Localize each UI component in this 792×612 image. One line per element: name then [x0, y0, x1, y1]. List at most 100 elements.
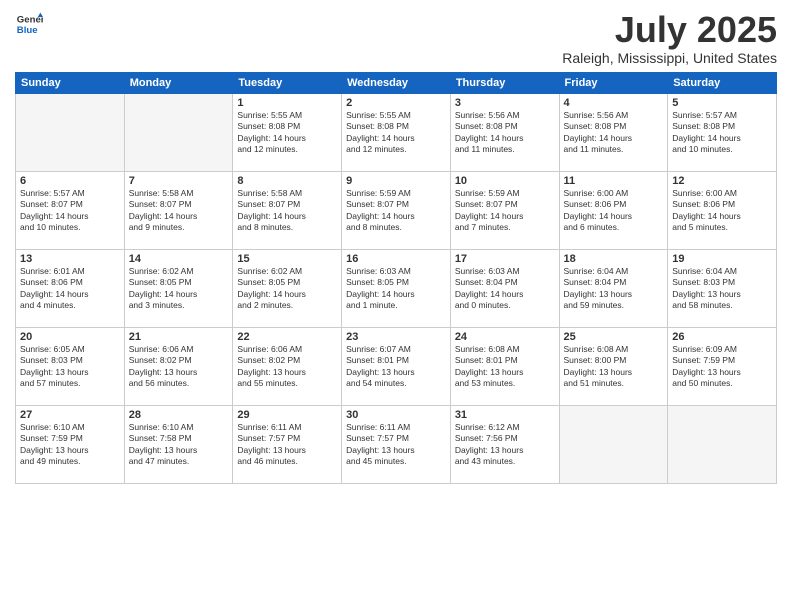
- day-number: 10: [455, 175, 555, 187]
- day-number: 29: [237, 409, 337, 421]
- day-info: Sunrise: 6:10 AM Sunset: 7:58 PM Dayligh…: [129, 422, 229, 468]
- day-number: 27: [20, 409, 120, 421]
- day-info: Sunrise: 6:06 AM Sunset: 8:02 PM Dayligh…: [237, 344, 337, 390]
- day-info: Sunrise: 5:57 AM Sunset: 8:08 PM Dayligh…: [672, 110, 772, 156]
- calendar-cell: 24Sunrise: 6:08 AM Sunset: 8:01 PM Dayli…: [450, 327, 559, 405]
- logo-icon: General Blue: [15, 10, 43, 38]
- header-row: Sunday Monday Tuesday Wednesday Thursday…: [16, 72, 777, 93]
- day-info: Sunrise: 6:11 AM Sunset: 7:57 PM Dayligh…: [237, 422, 337, 468]
- col-wednesday: Wednesday: [342, 72, 451, 93]
- day-info: Sunrise: 6:03 AM Sunset: 8:05 PM Dayligh…: [346, 266, 446, 312]
- calendar-week-0: 1Sunrise: 5:55 AM Sunset: 8:08 PM Daylig…: [16, 93, 777, 171]
- calendar-cell: 13Sunrise: 6:01 AM Sunset: 8:06 PM Dayli…: [16, 249, 125, 327]
- calendar-cell: 1Sunrise: 5:55 AM Sunset: 8:08 PM Daylig…: [233, 93, 342, 171]
- day-info: Sunrise: 6:11 AM Sunset: 7:57 PM Dayligh…: [346, 422, 446, 468]
- calendar-cell: 4Sunrise: 5:56 AM Sunset: 8:08 PM Daylig…: [559, 93, 668, 171]
- calendar-cell: 2Sunrise: 5:55 AM Sunset: 8:08 PM Daylig…: [342, 93, 451, 171]
- day-info: Sunrise: 5:56 AM Sunset: 8:08 PM Dayligh…: [564, 110, 664, 156]
- calendar-cell: 3Sunrise: 5:56 AM Sunset: 8:08 PM Daylig…: [450, 93, 559, 171]
- calendar-cell: 10Sunrise: 5:59 AM Sunset: 8:07 PM Dayli…: [450, 171, 559, 249]
- col-thursday: Thursday: [450, 72, 559, 93]
- day-number: 22: [237, 331, 337, 343]
- day-info: Sunrise: 6:05 AM Sunset: 8:03 PM Dayligh…: [20, 344, 120, 390]
- day-number: 21: [129, 331, 229, 343]
- day-number: 17: [455, 253, 555, 265]
- svg-text:Blue: Blue: [17, 25, 38, 36]
- day-number: 15: [237, 253, 337, 265]
- calendar-table: Sunday Monday Tuesday Wednesday Thursday…: [15, 72, 777, 484]
- calendar-cell: 22Sunrise: 6:06 AM Sunset: 8:02 PM Dayli…: [233, 327, 342, 405]
- day-info: Sunrise: 6:06 AM Sunset: 8:02 PM Dayligh…: [129, 344, 229, 390]
- day-number: 20: [20, 331, 120, 343]
- col-monday: Monday: [124, 72, 233, 93]
- calendar-week-3: 20Sunrise: 6:05 AM Sunset: 8:03 PM Dayli…: [16, 327, 777, 405]
- calendar-cell: 28Sunrise: 6:10 AM Sunset: 7:58 PM Dayli…: [124, 405, 233, 483]
- day-info: Sunrise: 6:12 AM Sunset: 7:56 PM Dayligh…: [455, 422, 555, 468]
- day-info: Sunrise: 6:00 AM Sunset: 8:06 PM Dayligh…: [672, 188, 772, 234]
- calendar-cell: 18Sunrise: 6:04 AM Sunset: 8:04 PM Dayli…: [559, 249, 668, 327]
- day-info: Sunrise: 6:08 AM Sunset: 8:01 PM Dayligh…: [455, 344, 555, 390]
- day-info: Sunrise: 5:55 AM Sunset: 8:08 PM Dayligh…: [237, 110, 337, 156]
- title-block: July 2025 Raleigh, Mississippi, United S…: [562, 10, 777, 66]
- calendar-cell: 15Sunrise: 6:02 AM Sunset: 8:05 PM Dayli…: [233, 249, 342, 327]
- day-number: 11: [564, 175, 664, 187]
- day-number: 6: [20, 175, 120, 187]
- day-number: 3: [455, 97, 555, 109]
- day-info: Sunrise: 5:58 AM Sunset: 8:07 PM Dayligh…: [129, 188, 229, 234]
- calendar-week-4: 27Sunrise: 6:10 AM Sunset: 7:59 PM Dayli…: [16, 405, 777, 483]
- calendar-cell: 23Sunrise: 6:07 AM Sunset: 8:01 PM Dayli…: [342, 327, 451, 405]
- col-saturday: Saturday: [668, 72, 777, 93]
- day-number: 16: [346, 253, 446, 265]
- calendar-cell: 9Sunrise: 5:59 AM Sunset: 8:07 PM Daylig…: [342, 171, 451, 249]
- calendar-body: 1Sunrise: 5:55 AM Sunset: 8:08 PM Daylig…: [16, 93, 777, 483]
- title-location: Raleigh, Mississippi, United States: [562, 50, 777, 66]
- day-info: Sunrise: 5:59 AM Sunset: 8:07 PM Dayligh…: [455, 188, 555, 234]
- day-number: 26: [672, 331, 772, 343]
- page: General Blue July 2025 Raleigh, Mississi…: [0, 0, 792, 612]
- day-number: 30: [346, 409, 446, 421]
- calendar-cell: 8Sunrise: 5:58 AM Sunset: 8:07 PM Daylig…: [233, 171, 342, 249]
- calendar-week-2: 13Sunrise: 6:01 AM Sunset: 8:06 PM Dayli…: [16, 249, 777, 327]
- calendar-cell: 16Sunrise: 6:03 AM Sunset: 8:05 PM Dayli…: [342, 249, 451, 327]
- day-number: 25: [564, 331, 664, 343]
- day-number: 24: [455, 331, 555, 343]
- calendar-cell: 31Sunrise: 6:12 AM Sunset: 7:56 PM Dayli…: [450, 405, 559, 483]
- calendar-cell: 5Sunrise: 5:57 AM Sunset: 8:08 PM Daylig…: [668, 93, 777, 171]
- day-info: Sunrise: 5:57 AM Sunset: 8:07 PM Dayligh…: [20, 188, 120, 234]
- day-info: Sunrise: 6:04 AM Sunset: 8:04 PM Dayligh…: [564, 266, 664, 312]
- day-info: Sunrise: 5:59 AM Sunset: 8:07 PM Dayligh…: [346, 188, 446, 234]
- day-info: Sunrise: 6:09 AM Sunset: 7:59 PM Dayligh…: [672, 344, 772, 390]
- day-number: 18: [564, 253, 664, 265]
- calendar-cell: 17Sunrise: 6:03 AM Sunset: 8:04 PM Dayli…: [450, 249, 559, 327]
- day-info: Sunrise: 6:01 AM Sunset: 8:06 PM Dayligh…: [20, 266, 120, 312]
- day-number: 23: [346, 331, 446, 343]
- day-number: 7: [129, 175, 229, 187]
- calendar-cell: 20Sunrise: 6:05 AM Sunset: 8:03 PM Dayli…: [16, 327, 125, 405]
- title-month: July 2025: [562, 10, 777, 50]
- calendar-cell: 7Sunrise: 5:58 AM Sunset: 8:07 PM Daylig…: [124, 171, 233, 249]
- day-number: 8: [237, 175, 337, 187]
- calendar-cell: [668, 405, 777, 483]
- day-info: Sunrise: 5:55 AM Sunset: 8:08 PM Dayligh…: [346, 110, 446, 156]
- header: General Blue July 2025 Raleigh, Mississi…: [15, 10, 777, 66]
- logo: General Blue: [15, 10, 43, 38]
- day-number: 4: [564, 97, 664, 109]
- day-info: Sunrise: 6:10 AM Sunset: 7:59 PM Dayligh…: [20, 422, 120, 468]
- day-info: Sunrise: 6:02 AM Sunset: 8:05 PM Dayligh…: [129, 266, 229, 312]
- calendar-cell: [559, 405, 668, 483]
- day-number: 12: [672, 175, 772, 187]
- calendar-cell: 12Sunrise: 6:00 AM Sunset: 8:06 PM Dayli…: [668, 171, 777, 249]
- day-info: Sunrise: 6:00 AM Sunset: 8:06 PM Dayligh…: [564, 188, 664, 234]
- col-sunday: Sunday: [16, 72, 125, 93]
- calendar-cell: 26Sunrise: 6:09 AM Sunset: 7:59 PM Dayli…: [668, 327, 777, 405]
- day-number: 2: [346, 97, 446, 109]
- day-number: 31: [455, 409, 555, 421]
- day-number: 1: [237, 97, 337, 109]
- day-number: 14: [129, 253, 229, 265]
- calendar-cell: 25Sunrise: 6:08 AM Sunset: 8:00 PM Dayli…: [559, 327, 668, 405]
- day-info: Sunrise: 5:56 AM Sunset: 8:08 PM Dayligh…: [455, 110, 555, 156]
- day-number: 5: [672, 97, 772, 109]
- day-info: Sunrise: 5:58 AM Sunset: 8:07 PM Dayligh…: [237, 188, 337, 234]
- day-info: Sunrise: 6:03 AM Sunset: 8:04 PM Dayligh…: [455, 266, 555, 312]
- calendar-cell: 21Sunrise: 6:06 AM Sunset: 8:02 PM Dayli…: [124, 327, 233, 405]
